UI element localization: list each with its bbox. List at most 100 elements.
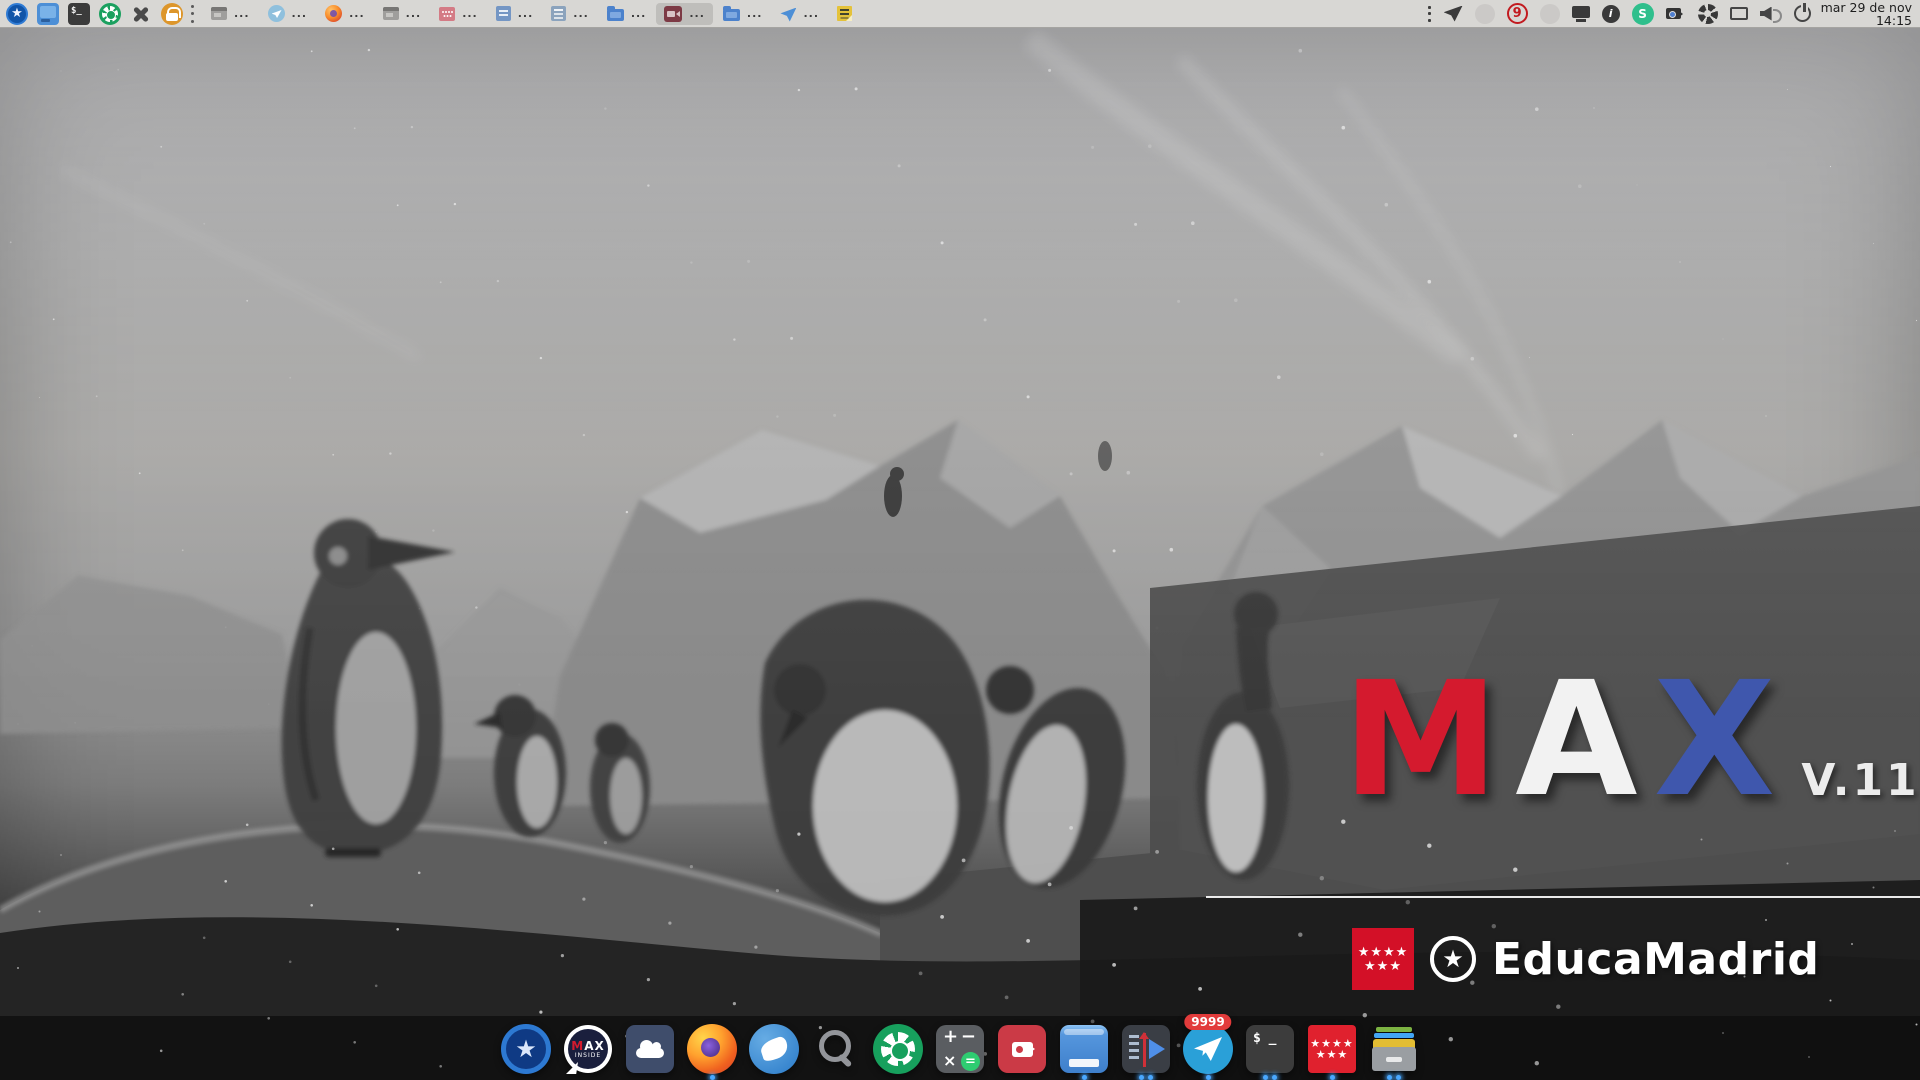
- dock-calculator[interactable]: + − × =: [935, 1024, 985, 1074]
- dock-media-player[interactable]: [1121, 1024, 1171, 1074]
- taskbar-window-folder-1[interactable]: ...: [599, 3, 655, 24]
- taskbar-window-educamadrid[interactable]: ...: [431, 4, 486, 24]
- firefox-icon: [687, 1024, 737, 1074]
- show-desktop-icon[interactable]: [37, 3, 59, 25]
- power-icon[interactable]: [1794, 5, 1811, 22]
- dock-owncloud[interactable]: [625, 1024, 675, 1074]
- taskbar-window-2[interactable]: ...: [375, 4, 430, 23]
- running-indicator: [1330, 1075, 1335, 1080]
- running-indicator: [1082, 1075, 1087, 1080]
- dock-telegram[interactable]: 9999: [1183, 1024, 1233, 1074]
- tray-paper-plane-icon[interactable]: [1444, 6, 1463, 22]
- screenshot-shutter-icon: [873, 1024, 923, 1074]
- max-menu-icon[interactable]: ★: [6, 3, 28, 25]
- window-title: ...: [518, 9, 534, 19]
- penguin-wallpaper-art: [0, 28, 1920, 1080]
- document-icon: [496, 6, 511, 21]
- clock-time: 14:15: [1821, 14, 1912, 27]
- flag-stars-row2: ★★★: [1364, 960, 1402, 973]
- taskbar-window-note[interactable]: [829, 3, 867, 24]
- educamadrid-branding: ★★★★ ★★★ ★ EducaMadrid: [1352, 928, 1819, 990]
- running-indicator: [1272, 1075, 1277, 1080]
- desktop-wallpaper: M A X V.11.5 ★★★★ ★★★ ★ EducaMadrid: [0, 28, 1920, 1080]
- screenshot-launcher-icon[interactable]: [99, 3, 121, 25]
- taskbar-window-document-2[interactable]: ...: [543, 3, 597, 24]
- thunderbird-icon: [749, 1024, 799, 1074]
- dock-screenshot[interactable]: [873, 1024, 923, 1074]
- tray-overflow-icon[interactable]: [1427, 6, 1432, 22]
- version-label: V.11.5: [1801, 755, 1920, 806]
- taskbar-window-firefox[interactable]: ...: [317, 2, 373, 25]
- search-icon: [811, 1024, 861, 1074]
- tray-inactive-app-icon[interactable]: [1475, 4, 1495, 24]
- sticky-note-icon: [837, 6, 852, 21]
- taskbar-window-1[interactable]: ...: [203, 4, 258, 23]
- window-title: ...: [234, 9, 250, 19]
- window-title: ...: [292, 9, 308, 19]
- dock: ★ MMAXAX INSIDE +: [501, 1024, 1419, 1074]
- madrid-flag-icon: [439, 7, 455, 21]
- unread-badge: 9999: [1184, 1014, 1231, 1030]
- dock-archive[interactable]: [1369, 1024, 1419, 1074]
- dock-thunderbird[interactable]: [749, 1024, 799, 1074]
- volume-icon[interactable]: [1760, 6, 1782, 22]
- tray-inactive-app-icon[interactable]: [1540, 4, 1560, 24]
- running-indicator: [1396, 1075, 1401, 1080]
- screen-recorder-icon: [664, 6, 682, 22]
- dock-file-manager[interactable]: [1059, 1024, 1109, 1074]
- taskbar-window-send[interactable]: ...: [772, 3, 827, 25]
- telegram-icon: [268, 5, 285, 22]
- telegram-icon: [1183, 1024, 1233, 1074]
- taskbar-window-folder-2[interactable]: ...: [715, 3, 771, 24]
- running-indicator: [1387, 1075, 1392, 1080]
- branding-divider-line: [1206, 896, 1920, 898]
- window-icon: [211, 7, 227, 20]
- screen-recorder-icon: [998, 1025, 1046, 1073]
- taskbar-window-recorder-active[interactable]: ...: [656, 3, 713, 25]
- dock-max-inside[interactable]: MMAXAX INSIDE: [563, 1024, 613, 1074]
- monitor-icon[interactable]: [1730, 7, 1748, 20]
- document-icon: [551, 6, 566, 21]
- window-title: ...: [349, 9, 365, 19]
- webcam-icon[interactable]: [1666, 8, 1681, 19]
- terminal-launcher-icon[interactable]: $_: [68, 3, 90, 25]
- dock-firefox[interactable]: [687, 1024, 737, 1074]
- calculator-icon: + − × =: [936, 1025, 984, 1073]
- running-indicator: [1139, 1075, 1144, 1080]
- dock-screen-recorder[interactable]: [997, 1024, 1047, 1074]
- close-window-icon[interactable]: [130, 3, 152, 25]
- dock-educamadrid[interactable]: ★★★★ ★★★: [1307, 1024, 1357, 1074]
- max-desktop: M A X V.11.5 ★★★★ ★★★ ★ EducaMadrid ★ $_: [0, 0, 1920, 1080]
- window-title: ...: [573, 9, 589, 19]
- clock[interactable]: mar 29 de nov 14:15: [1821, 1, 1912, 27]
- archive-cabinet-icon: [1370, 1025, 1418, 1073]
- lock-screen-icon[interactable]: [161, 3, 183, 25]
- sync-icon[interactable]: S: [1632, 3, 1654, 25]
- shutter-swirl-icon[interactable]: [1698, 4, 1718, 24]
- taskbar-window-telegram[interactable]: ...: [260, 2, 316, 25]
- send-arrow-icon: [780, 8, 796, 22]
- logo-letter-a: A: [1515, 676, 1637, 806]
- educamadrid-wordmark: EducaMadrid: [1492, 934, 1819, 985]
- taskbar-window-document-1[interactable]: ...: [488, 3, 542, 24]
- top-panel: ★ $_ ... ... ... ...: [0, 0, 1920, 28]
- dock-terminal[interactable]: $ _: [1245, 1024, 1295, 1074]
- logo-letter-m: M: [1342, 676, 1499, 806]
- system-tray: 9 i S: [1427, 3, 1811, 25]
- dock-search[interactable]: [811, 1024, 861, 1074]
- info-icon[interactable]: i: [1602, 5, 1620, 23]
- window-title: ...: [406, 9, 422, 19]
- running-indicator: [710, 1075, 715, 1080]
- notification-count-icon[interactable]: 9: [1507, 3, 1528, 24]
- display-settings-icon[interactable]: [1572, 6, 1590, 18]
- panel-separator-icon: [189, 5, 195, 23]
- window-title: ...: [462, 9, 478, 19]
- max-version-logo: M A X V.11.5: [1342, 676, 1920, 806]
- window-title: ...: [747, 9, 763, 19]
- running-indicator: [1148, 1075, 1153, 1080]
- dock-max-menu[interactable]: ★: [501, 1024, 551, 1074]
- folder-icon: [723, 9, 740, 21]
- terminal-icon: $ _: [1246, 1025, 1294, 1073]
- running-indicator: [1206, 1075, 1211, 1080]
- owncloud-icon: [626, 1025, 674, 1073]
